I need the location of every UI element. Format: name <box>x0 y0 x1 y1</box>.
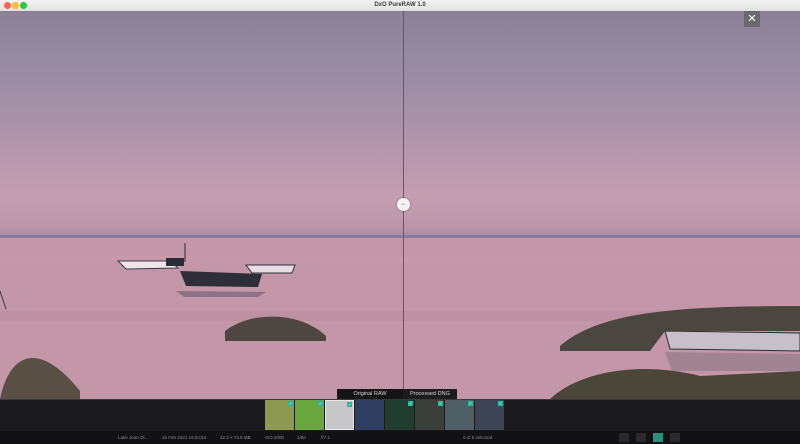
processed-check-icon: ✓ <box>318 401 323 406</box>
status-size: 42.3 × 73.6 MB <box>220 435 251 440</box>
side-by-side-icon[interactable] <box>670 433 680 442</box>
window-title: DxO PureRAW 1.0 <box>374 2 426 8</box>
original-raw-label: Original RAW <box>337 389 403 399</box>
thumb-2[interactable]: ✓ <box>295 400 324 430</box>
split-handle[interactable]: ⇔ <box>397 198 410 211</box>
processed-check-icon: ✓ <box>498 401 503 406</box>
processed-check-icon: ✓ <box>408 401 413 406</box>
fullscreen-icon[interactable] <box>619 433 629 442</box>
selection-count: 0 of 8 selected <box>463 435 493 440</box>
thumb-5[interactable]: ✓ <box>385 400 414 430</box>
split-view-icon[interactable] <box>653 433 663 442</box>
processed-dng-label: Processed DNG <box>403 389 457 399</box>
single-view-icon[interactable] <box>636 433 646 442</box>
thumb-4[interactable] <box>355 400 384 430</box>
close-viewer-button[interactable]: ✕ <box>744 11 760 27</box>
thumb-1[interactable]: ✓ <box>265 400 294 430</box>
filmstrip: ✓ ✓ ✓ ✓ ✓ ✓ ✓ <box>0 399 800 432</box>
thumb-6[interactable]: ✓ <box>415 400 444 430</box>
thumb-7[interactable]: ✓ <box>445 400 474 430</box>
thumb-8[interactable]: ✓ <box>475 400 504 430</box>
status-bar: Lake Jean Ol... 16 Feb 2021 19:04:54 42.… <box>0 431 800 444</box>
status-iso: ISO 2000 <box>265 435 285 440</box>
processed-check-icon: ✓ <box>288 401 293 406</box>
status-shutter: 1/80 <box>297 435 306 440</box>
status-date: 16 Feb 2021 19:04:54 <box>162 435 207 440</box>
processed-check-icon: ✓ <box>468 401 473 406</box>
status-aperture: f/7.1 <box>321 435 330 440</box>
compare-labels: Original RAW Processed DNG <box>337 389 457 399</box>
status-filename: Lake Jean Ol... <box>118 435 149 440</box>
processed-check-icon: ✓ <box>438 401 443 406</box>
thumb-3[interactable]: ✓ <box>325 400 354 430</box>
processed-check-icon: ✓ <box>347 402 352 407</box>
